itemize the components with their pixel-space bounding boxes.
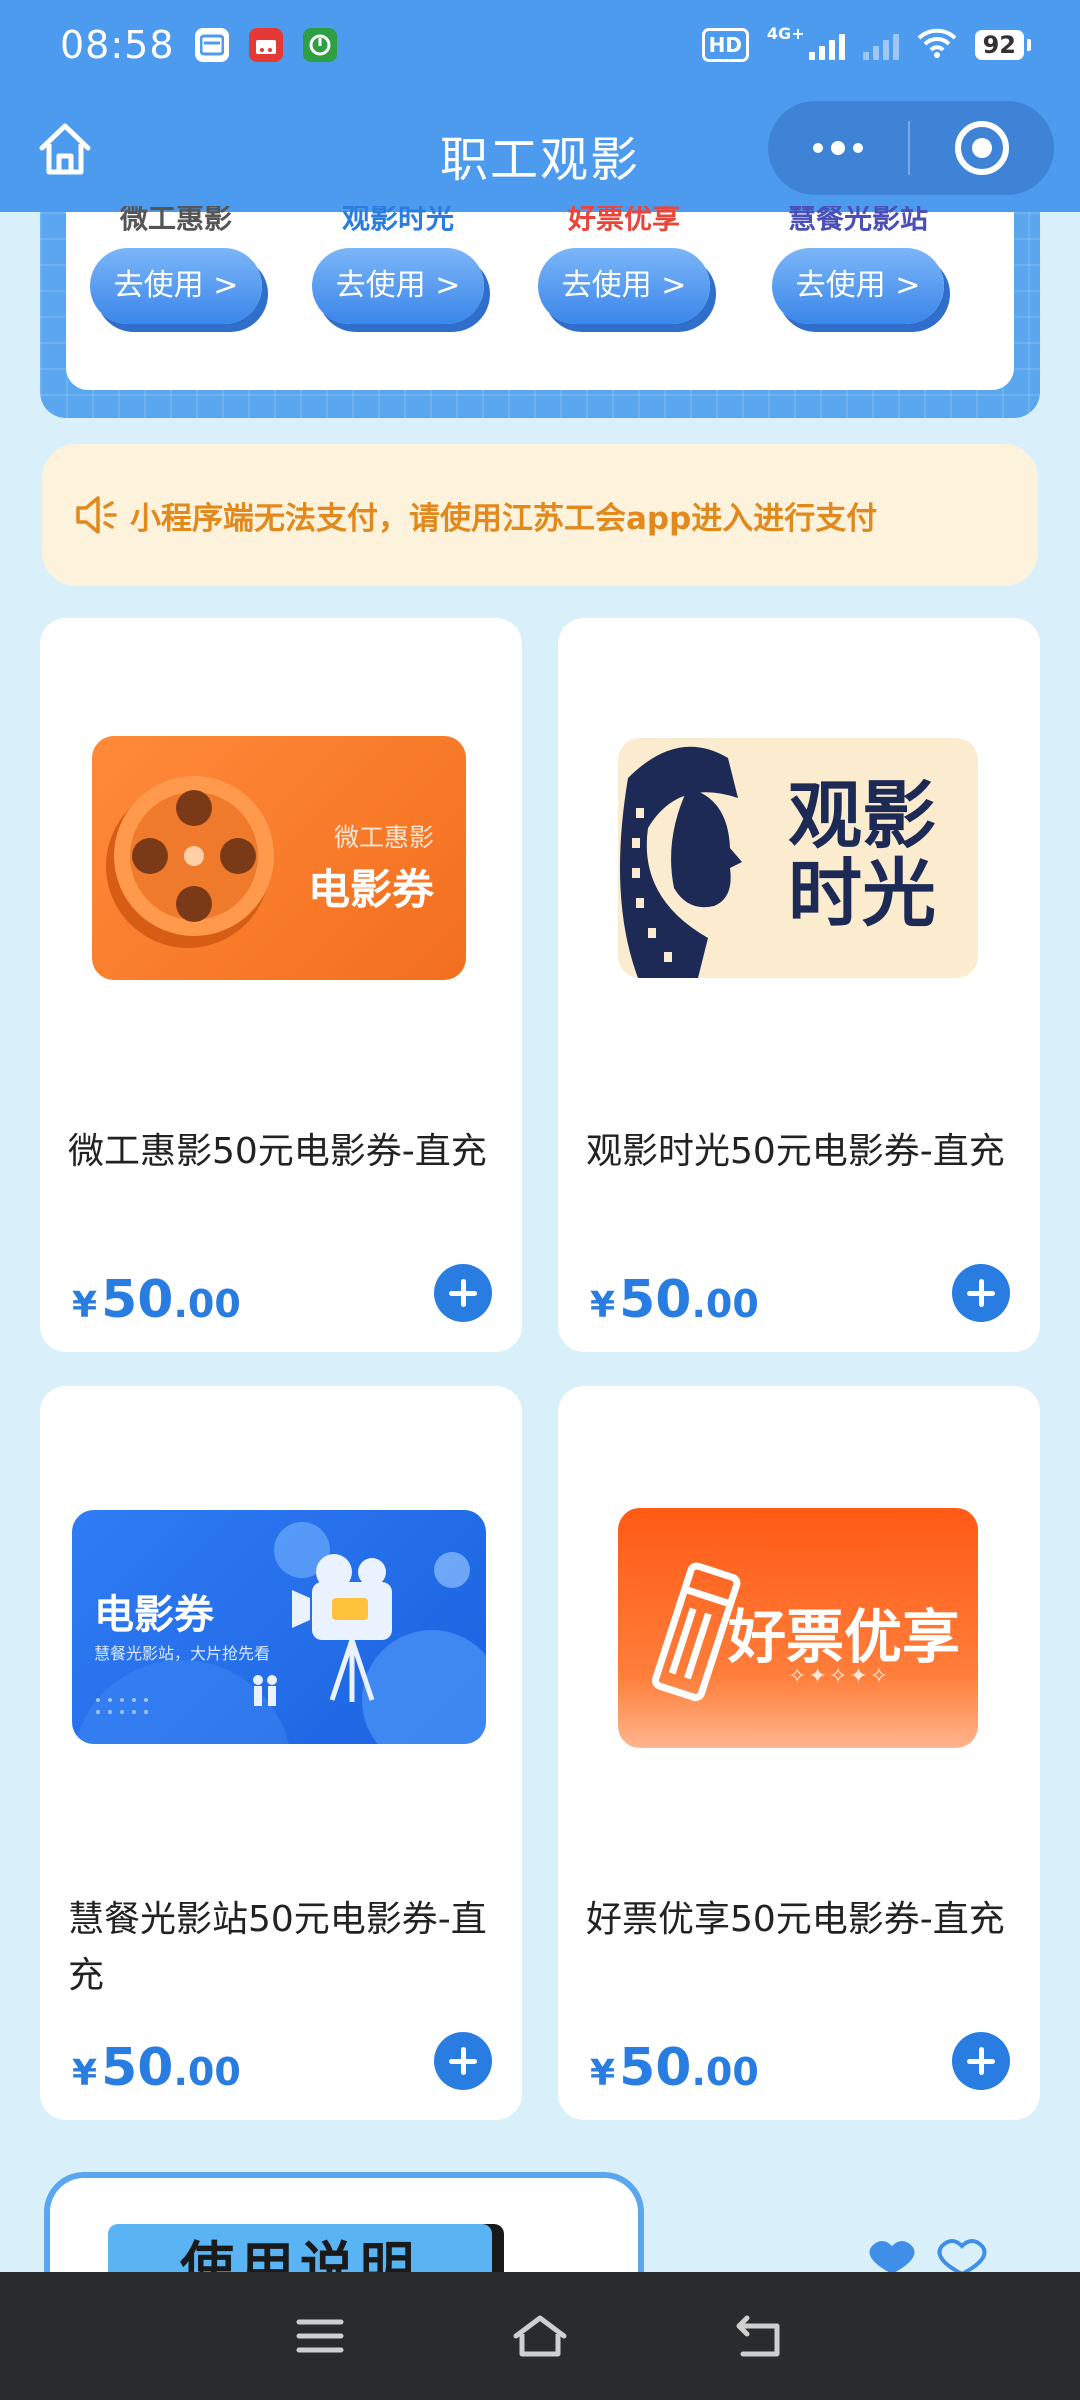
use-button-huican[interactable]: 去使用 > [772,248,944,324]
network-type: 4G+ [766,23,805,43]
notification-app-icon-2 [248,28,283,62]
more-dots-icon [813,143,823,153]
instructions-section: 使用说明 [44,2172,644,2294]
price-currency: ¥ [72,1285,98,1326]
use-button-haopiao[interactable]: 去使用 > [538,248,710,324]
price-currency: ¥ [590,1285,616,1326]
price-integer: 50 [619,2038,692,2098]
recent-apps-button[interactable] [280,2296,360,2376]
image-decoration: ✧✦✧✦✧ [788,1664,891,1689]
back-icon [736,2315,780,2357]
product-name: 慧餐光影站50元电影券-直充 [68,1899,487,1996]
brand-name: 慧餐光影站 [787,206,928,232]
speaker-icon [76,496,117,534]
image-title-line2: 时光 [788,851,936,937]
product-card-guanying[interactable]: 观影 时光 观影时光50元电影券-直充 ¥ 50 .00 [558,618,1040,1352]
add-to-cart-button[interactable] [434,2032,492,2090]
status-time: 08:58 [60,23,175,67]
more-button[interactable] [768,101,908,195]
price-currency: ¥ [72,2053,98,2094]
image-subtitle: 慧餐光影站，大片抢先看 [94,1644,271,1663]
notice-text: 小程序端无法支付，请使用江苏工会app进入进行支付 [130,500,878,537]
brand-item-weigong: 微工惠影 去使用 > [86,206,266,324]
more-dot-center [831,141,845,155]
status-bar: 08:58 HD 4G+ 92 [0,0,1080,90]
notification-app-icon-3 [302,28,337,62]
home-outline-icon [513,2315,567,2357]
product-image: 电影券 慧餐光影站，大片抢先看 [72,1510,486,1744]
image-title: 电影券 [94,1592,214,1638]
product-card-weigong[interactable]: 微工惠影 电影券 微工惠影50元电影券-直充 ¥ 50 .00 [40,618,522,1352]
add-to-cart-button[interactable] [952,2032,1010,2090]
brand-name: 观影时光 [341,206,454,232]
product-price: ¥ 50 .00 [590,2038,759,2098]
film-reel-icon [106,776,274,948]
wifi-icon [917,28,957,62]
product-card-haopiao[interactable]: 好票优享 ✧✦✧✦✧ 好票优享50元电影券-直充 ¥ 50 .00 [558,1386,1040,2120]
price-decimal: .00 [173,1282,241,1326]
product-image: 好票优享 ✧✦✧✦✧ [618,1508,978,1748]
plus-icon [967,2047,995,2075]
brand-item-haopiao: 好票优享 去使用 > [534,206,714,324]
use-button-weigong[interactable]: 去使用 > [90,248,262,324]
image-title-line1: 观影 [788,773,936,859]
system-home-button[interactable] [500,2296,580,2376]
hd-voice-icon: HD [701,28,749,62]
plus-icon [967,1279,995,1307]
title-bar: 职工观影 [0,90,1080,212]
product-image: 观影 时光 [618,738,978,978]
brand-item-guanying: 观影时光 去使用 > [308,206,488,324]
brand-item-huican: 慧餐光影站 去使用 > [768,206,948,324]
plus-icon [449,2047,477,2075]
plus-icon [449,1279,477,1307]
image-title: 好票优享 [728,1603,961,1671]
product-name: 微工惠影50元电影券-直充 [68,1131,487,1172]
signal-icon [808,30,845,60]
system-nav-bar [0,2272,1080,2400]
notification-app-icon-1 [194,28,229,62]
hearts-decoration-icon [869,2239,987,2274]
payment-notice: 小程序端无法支付，请使用江苏工会app进入进行支付 [42,444,1038,586]
add-to-cart-button[interactable] [434,1264,492,1322]
target-close-icon [955,121,1009,175]
product-price: ¥ 50 .00 [72,2038,241,2098]
signal-2-icon [862,30,899,60]
product-price: ¥ 50 .00 [590,1270,759,1330]
product-image: 微工惠影 电影券 [92,736,466,980]
back-button[interactable] [720,2296,800,2376]
menu-icon [296,2319,344,2353]
film-strip-portrait-icon [620,746,742,978]
more-dot-right [853,143,863,153]
product-name: 观影时光50元电影券-直充 [586,1131,1005,1172]
use-button-guanying[interactable]: 去使用 > [312,248,484,324]
add-to-cart-button[interactable] [952,1264,1010,1322]
brand-panel: 微工惠影 去使用 > 观影时光 去使用 > 好票优享 去使用 > 慧餐光影站 去… [40,206,1040,418]
brand-name: 好票优享 [567,206,680,232]
product-name: 好票优享50元电影券-直充 [586,1899,1005,1940]
image-subtitle: 微工惠影 [333,823,434,852]
battery-icon: 92 [974,30,1032,60]
product-price: ¥ 50 .00 [72,1270,241,1330]
price-decimal: .00 [691,1282,759,1326]
image-title: 电影券 [307,865,434,914]
brand-list: 微工惠影 去使用 > 观影时光 去使用 > 好票优享 去使用 > 慧餐光影站 去… [66,206,1014,390]
product-card-huican[interactable]: 电影券 慧餐光影站，大片抢先看 慧餐光影站50元电影券-直充 ¥ 50 .00 [40,1386,522,2120]
price-decimal: .00 [691,2050,759,2094]
price-integer: 50 [619,1270,692,1330]
price-integer: 50 [101,1270,174,1330]
price-currency: ¥ [590,2053,616,2094]
brand-name: 微工惠影 [119,206,232,232]
mini-program-capsule [768,101,1054,195]
close-mini-program-button[interactable] [910,121,1054,175]
price-integer: 50 [101,2038,174,2098]
price-decimal: .00 [173,2050,241,2094]
